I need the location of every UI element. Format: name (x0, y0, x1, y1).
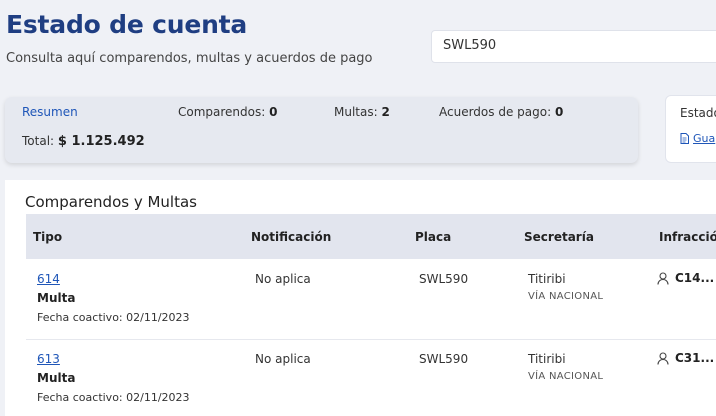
multas-count: Multas: 2 (334, 105, 390, 119)
row-placa: SWL590 (419, 272, 469, 286)
acuerdos-value: 0 (554, 105, 564, 119)
comparendos-value: 0 (269, 105, 278, 119)
table-row: 614 Multa Fecha coactivo: 02/11/2023 No … (26, 260, 716, 340)
summary-card: Resumen Comparendos: 0 Multas: 2 Acuerdo… (5, 97, 638, 163)
row-secretaria-sub: VÍA NACIONAL (528, 371, 604, 382)
comparendos-count: Comparendos: 0 (178, 105, 277, 119)
row-fecha-coactivo: Fecha coactivo: 02/11/2023 (37, 391, 190, 404)
multas-value: 2 (381, 105, 390, 119)
person-icon (657, 271, 669, 285)
header-tipo: Tipo (33, 230, 63, 244)
row-fecha-coactivo: Fecha coactivo: 02/11/2023 (37, 311, 190, 324)
document-icon (680, 133, 689, 144)
header-placa: Placa (415, 230, 452, 244)
comparendos-label: Comparendos: (178, 105, 266, 119)
row-notificacion: No aplica (255, 352, 311, 366)
header-infraccion: Infracción (659, 230, 716, 244)
row-secretaria: Titiribi (528, 272, 566, 286)
person-icon (657, 351, 669, 365)
multa-number-link[interactable]: 614 (37, 272, 60, 286)
row-infraccion: C31... (657, 351, 714, 365)
row-placa: SWL590 (419, 352, 469, 366)
page-title: Estado de cuenta (6, 10, 248, 39)
state-card-title: Estado (680, 106, 716, 120)
row-infraccion-code: C31... (675, 351, 715, 365)
multa-number-link[interactable]: 613 (37, 352, 60, 366)
header-notificacion: Notificación (251, 230, 332, 244)
page-subtitle: Consulta aquí comparendos, multas y acue… (6, 51, 373, 66)
total-amount: Total: $ 1.125.492 (22, 134, 145, 149)
table-row: 613 Multa Fecha coactivo: 02/11/2023 No … (26, 340, 716, 416)
row-secretaria-sub: VÍA NACIONAL (528, 291, 604, 302)
row-infraccion-code: C14... (675, 271, 715, 285)
guide-link[interactable]: Gua (680, 132, 715, 145)
row-notificacion: No aplica (255, 272, 311, 286)
acuerdos-label: Acuerdos de pago: (439, 105, 552, 119)
row-tipo: Multa (37, 371, 76, 385)
acuerdos-count: Acuerdos de pago: 0 (439, 105, 563, 119)
multas-label: Multas: (334, 105, 378, 119)
total-value: $ 1.125.492 (57, 134, 145, 149)
total-label: Total: (22, 134, 55, 148)
row-infraccion: C14... (657, 271, 714, 285)
row-secretaria: Titiribi (528, 352, 566, 366)
table-header: Tipo Notificación Placa Secretaría Infra… (26, 214, 716, 259)
plate-search-input[interactable]: SWL590 (431, 30, 716, 63)
header-secretaria: Secretaría (524, 230, 594, 244)
section-title: Comparendos y Multas (25, 193, 197, 211)
guide-link-label: Gua (693, 132, 716, 145)
comparendos-multas-panel: Comparendos y Multas Tipo Notificación P… (5, 180, 716, 416)
state-card: Estado Gua (665, 95, 716, 163)
row-tipo: Multa (37, 291, 76, 305)
summary-label: Resumen (22, 105, 78, 119)
